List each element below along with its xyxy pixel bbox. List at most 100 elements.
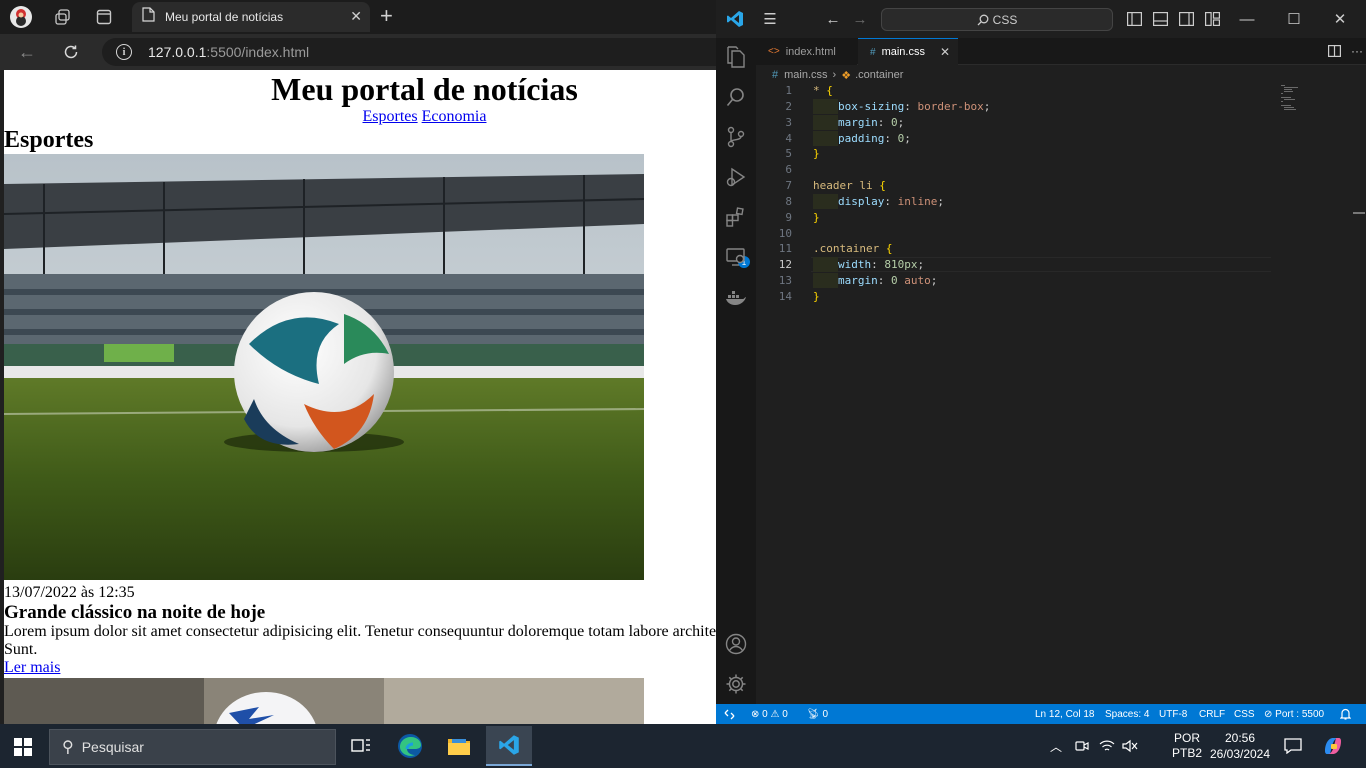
vertical-tabs-icon[interactable] bbox=[91, 4, 117, 30]
meet-now-icon[interactable] bbox=[1075, 724, 1089, 768]
code-line[interactable]: 10 bbox=[756, 226, 1326, 242]
breadcrumb-file[interactable]: main.css bbox=[784, 69, 827, 81]
explorer-icon[interactable] bbox=[723, 44, 749, 70]
accounts-icon[interactable] bbox=[723, 631, 749, 657]
back-button[interactable]: ← bbox=[14, 40, 40, 64]
notifications-bell-icon[interactable] bbox=[1340, 704, 1351, 724]
cursor-position[interactable]: Ln 12, Col 18 bbox=[1035, 704, 1095, 724]
new-tab-button[interactable]: + bbox=[380, 3, 393, 29]
code-token: * bbox=[813, 84, 827, 97]
read-more-link[interactable]: Ler mais bbox=[4, 659, 60, 677]
code-token: ; bbox=[917, 258, 925, 272]
code-line[interactable]: 4 padding: 0; bbox=[756, 130, 1326, 147]
command-center-search[interactable]: CSS bbox=[881, 8, 1113, 31]
code-line[interactable]: 1 * { bbox=[756, 83, 1326, 99]
problems-indicator[interactable]: ⊗ 0 ⚠ 0 bbox=[751, 704, 788, 724]
taskbar-search[interactable]: ⚲ Pesquisar bbox=[49, 729, 336, 765]
search-icon: ⚲ bbox=[62, 739, 74, 756]
encoding[interactable]: UTF-8 bbox=[1159, 704, 1187, 724]
code-content: } bbox=[813, 146, 820, 162]
code-line[interactable]: 7 header li { bbox=[756, 178, 1326, 194]
line-number: 13 bbox=[778, 274, 792, 288]
code-line[interactable]: 3 margin: 0; bbox=[756, 114, 1326, 131]
copilot-icon[interactable] bbox=[1322, 724, 1344, 768]
settings-gear-icon[interactable] bbox=[723, 671, 749, 697]
workspaces-icon[interactable] bbox=[50, 4, 76, 30]
code-line[interactable]: 13 margin: 0 auto; bbox=[756, 273, 1326, 289]
code-line[interactable]: 8 display: inline; bbox=[756, 193, 1326, 210]
language-indicator[interactable]: POR PTB2 bbox=[1172, 724, 1202, 768]
run-debug-icon[interactable] bbox=[723, 164, 749, 190]
code-token: .container bbox=[813, 242, 886, 256]
more-actions-icon[interactable]: ··· bbox=[1346, 40, 1366, 62]
volume-muted-icon[interactable] bbox=[1122, 724, 1138, 768]
extensions-icon[interactable] bbox=[723, 204, 749, 230]
profile-avatar[interactable] bbox=[8, 4, 34, 30]
site-header: Meu portal de notícias Esportes Economia bbox=[4, 70, 716, 126]
code-line[interactable]: 11 .container { bbox=[756, 241, 1326, 257]
nav-link-economia[interactable]: Economia bbox=[422, 108, 487, 125]
vscode-taskbar-icon[interactable] bbox=[486, 726, 532, 766]
end-of-line[interactable]: CRLF bbox=[1199, 704, 1225, 724]
nav-link-esportes[interactable]: Esportes bbox=[363, 108, 418, 125]
site-info-icon[interactable]: i bbox=[116, 44, 132, 60]
browser-tab-active[interactable]: Meu portal de notícias ✕ bbox=[132, 2, 370, 32]
minimize-icon[interactable]: — bbox=[1236, 8, 1258, 30]
code-token: auto bbox=[904, 274, 931, 288]
nav-back-icon[interactable]: ← bbox=[822, 8, 844, 30]
wifi-icon[interactable] bbox=[1099, 724, 1115, 768]
tab-label: main.css bbox=[881, 46, 925, 58]
close-tab-icon[interactable]: ✕ bbox=[940, 45, 950, 59]
code-line[interactable]: 2 box-sizing: border-box; bbox=[756, 98, 1326, 115]
source-control-icon[interactable] bbox=[723, 124, 749, 150]
tab-main-css[interactable]: # main.css ✕ bbox=[858, 38, 958, 65]
indentation[interactable]: Spaces: 4 bbox=[1105, 704, 1149, 724]
menu-icon[interactable]: ☰ bbox=[759, 8, 781, 30]
language-mode[interactable]: CSS bbox=[1234, 704, 1255, 724]
maximize-icon[interactable]: ☐ bbox=[1283, 8, 1305, 30]
scrollbar-marker[interactable] bbox=[1353, 212, 1365, 214]
remote-explorer-icon[interactable] bbox=[723, 244, 749, 270]
ports-indicator[interactable]: 📡︎ 0 bbox=[807, 704, 828, 724]
live-server-port[interactable]: ⊘ Port : 5500 bbox=[1264, 704, 1324, 724]
file-explorer-icon[interactable] bbox=[436, 726, 482, 766]
code-line[interactable]: 14} bbox=[756, 289, 1326, 305]
code-token: } bbox=[813, 289, 820, 303]
code-line[interactable]: 5} bbox=[756, 146, 1326, 162]
customize-layout-icon[interactable] bbox=[1201, 8, 1223, 30]
close-window-icon[interactable]: ✕ bbox=[1329, 8, 1351, 30]
show-hidden-icons-icon[interactable]: ︿ bbox=[1050, 724, 1062, 768]
split-editor-icon[interactable] bbox=[1323, 40, 1345, 62]
toggle-secondary-sidebar-icon[interactable] bbox=[1175, 8, 1197, 30]
code-line[interactable]: 12 width: 810px; bbox=[756, 257, 1326, 273]
code-token: box-sizing bbox=[838, 99, 905, 113]
docker-icon[interactable] bbox=[723, 284, 749, 310]
reload-button[interactable] bbox=[58, 40, 84, 64]
code-line[interactable]: 9} bbox=[756, 210, 1326, 226]
toggle-panel-icon[interactable] bbox=[1149, 8, 1171, 30]
article-text: Lorem ipsum dolor sit amet consectetur a… bbox=[4, 623, 716, 658]
search-view-icon[interactable] bbox=[723, 84, 749, 110]
line-number: 9 bbox=[785, 210, 792, 224]
clock[interactable]: 20:56 26/03/2024 bbox=[1208, 724, 1272, 768]
code-line[interactable]: 6 bbox=[756, 162, 1326, 178]
tab-index-html[interactable]: <> index.html bbox=[756, 38, 857, 65]
close-tab-icon[interactable]: ✕ bbox=[350, 8, 362, 25]
clock-time: 20:56 bbox=[1224, 731, 1256, 745]
site-nav: Esportes Economia bbox=[4, 108, 716, 126]
toggle-primary-sidebar-icon[interactable] bbox=[1123, 8, 1145, 30]
windows-start-icon[interactable] bbox=[14, 738, 32, 756]
nav-forward-icon[interactable]: → bbox=[849, 8, 871, 30]
code-content: display: inline; bbox=[813, 193, 944, 210]
notifications-icon[interactable] bbox=[1284, 724, 1302, 768]
code-token: : bbox=[871, 258, 885, 272]
address-bar[interactable]: i 127.0.0.1:5500/index.html bbox=[102, 38, 716, 66]
remote-indicator-icon[interactable] bbox=[724, 704, 735, 724]
edge-browser-icon[interactable] bbox=[387, 726, 433, 766]
code-editor[interactable]: 1 * {2 box-sizing: border-box; 3 margin: 0; 4… bbox=[756, 83, 1326, 305]
minimap[interactable] bbox=[1281, 85, 1311, 115]
article-headline: Grande clássico na noite de hoje bbox=[4, 602, 266, 623]
indent-guide bbox=[813, 193, 838, 209]
breadcrumb-symbol[interactable]: .container bbox=[855, 69, 903, 81]
task-view-icon[interactable] bbox=[338, 726, 384, 766]
